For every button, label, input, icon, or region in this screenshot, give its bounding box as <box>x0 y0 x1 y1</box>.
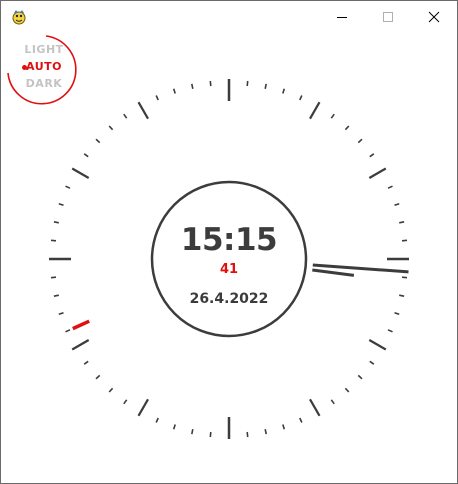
close-button[interactable] <box>411 1 457 33</box>
current-date: 26.4.2022 <box>190 291 269 307</box>
tick-mark <box>401 239 408 242</box>
tick-mark <box>399 221 405 224</box>
tick-mark <box>83 360 89 365</box>
tick-mark <box>123 113 128 119</box>
tick-mark <box>83 153 89 158</box>
tick-mark <box>299 95 303 101</box>
tick-mark <box>246 431 249 438</box>
tick-mark <box>191 83 194 89</box>
center-dial <box>150 180 308 338</box>
tick-mark <box>50 276 57 279</box>
clock-hands <box>312 263 409 277</box>
tick-mark <box>53 221 59 224</box>
tick-mark <box>71 167 90 179</box>
tick-mark <box>330 113 335 119</box>
tick-mark <box>137 398 149 417</box>
tick-mark <box>330 399 335 405</box>
tick-mark <box>387 185 393 189</box>
tick-mark <box>172 88 176 94</box>
second-marker <box>72 319 90 331</box>
minimize-button[interactable] <box>319 1 365 33</box>
tick-mark <box>309 101 321 120</box>
title-bar[interactable] <box>1 1 457 33</box>
tick-mark <box>50 239 57 242</box>
tick-mark <box>264 429 267 435</box>
app-window: LIGHT AUTO DARK 15:15 41 26.4.2022 <box>0 0 458 484</box>
tick-mark <box>369 153 375 158</box>
python-snake-icon <box>12 10 26 25</box>
tick-mark <box>394 312 400 316</box>
tick-mark <box>299 417 303 423</box>
tick-mark <box>53 294 59 297</box>
tick-mark <box>399 294 405 297</box>
tick-mark <box>209 80 212 87</box>
tick-mark <box>191 429 194 435</box>
tick-mark <box>155 417 159 423</box>
tick-mark <box>368 339 387 351</box>
tick-mark <box>246 80 249 87</box>
tick-mark <box>357 138 363 144</box>
tick-mark <box>357 374 363 380</box>
tick-mark <box>58 312 64 316</box>
tick-mark <box>71 339 90 351</box>
minimize-icon <box>337 17 347 18</box>
maximize-button[interactable] <box>365 1 411 33</box>
tick-mark <box>344 387 350 393</box>
tick-mark <box>155 95 159 101</box>
hour-hand <box>312 268 355 277</box>
tick-mark <box>209 431 212 438</box>
close-icon <box>428 11 440 23</box>
tick-mark <box>282 88 286 94</box>
tick-mark <box>137 101 149 120</box>
tick-mark <box>95 374 101 380</box>
tick-mark <box>369 360 375 365</box>
tick-mark <box>309 398 321 417</box>
digital-seconds: 41 <box>220 262 238 277</box>
tick-mark <box>95 138 101 144</box>
digital-time: 15:15 <box>181 222 277 258</box>
tick-mark <box>368 167 387 179</box>
tick-mark <box>282 424 286 430</box>
tick-mark <box>65 185 71 189</box>
analog-clock: 15:15 41 26.4.2022 <box>49 79 409 439</box>
tick-mark <box>172 424 176 430</box>
tick-mark <box>108 125 114 131</box>
tick-mark <box>58 202 64 206</box>
tick-mark <box>65 329 71 333</box>
maximize-icon <box>383 12 393 22</box>
tick-mark <box>264 83 267 89</box>
tick-mark <box>401 276 408 279</box>
tick-mark <box>344 125 350 131</box>
tick-mark <box>108 387 114 393</box>
tick-mark <box>394 202 400 206</box>
tick-mark <box>123 399 128 405</box>
tick-mark <box>387 329 393 333</box>
